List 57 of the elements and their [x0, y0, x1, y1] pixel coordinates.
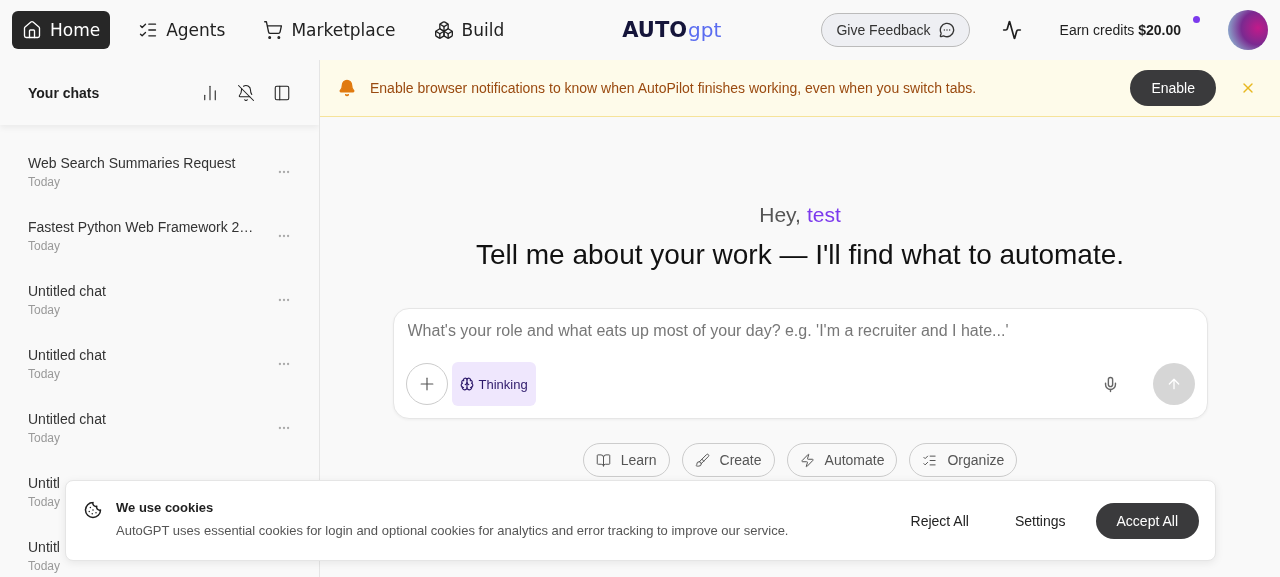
- cookie-action-button[interactable]: Settings: [998, 512, 1082, 529]
- accept-button[interactable]: Accept All: [1095, 502, 1199, 539]
- nav-tab[interactable]: Agents: [128, 11, 236, 49]
- suggestion-chip[interactable]: Organize: [909, 443, 1018, 477]
- nav-tab[interactable]: Build: [423, 11, 515, 49]
- chat-date: Today: [28, 303, 61, 317]
- suggestion-chip[interactable]: Create: [681, 443, 775, 477]
- home-icon: [22, 20, 42, 40]
- headline: Tell me about your work — I'll find what to automate.: [475, 239, 1125, 271]
- notice-text: Enable browser notifications to know when AutoPilot finishes working, even when you switch tabs.: [370, 80, 978, 96]
- chat-date: Today: [28, 239, 61, 253]
- book-icon: [595, 452, 611, 468]
- notification-dot: [1193, 16, 1200, 23]
- earn-credits-link[interactable]: Earn credits $20.00: [1059, 22, 1181, 38]
- chart-icon[interactable]: [201, 83, 219, 102]
- chat-date: Today: [28, 495, 61, 509]
- checklist-icon: [138, 20, 159, 40]
- feedback-button[interactable]: Give Feedback: [821, 13, 970, 47]
- send-button[interactable]: [1152, 363, 1195, 405]
- enable-button[interactable]: Enable: [1130, 70, 1216, 106]
- chat-title[interactable]: Web Search Summaries Request: [28, 155, 236, 171]
- nav-tab[interactable]: Marketplace: [253, 11, 406, 49]
- cubes-icon: [433, 20, 454, 40]
- chat-title[interactable]: Untitled chat: [28, 347, 106, 363]
- logo[interactable]: AUTOgpt: [622, 18, 722, 42]
- chat-title[interactable]: Fastest Python Web Framework 2…: [28, 219, 254, 235]
- chat-title[interactable]: Untitl: [28, 475, 60, 491]
- brain-icon: [459, 377, 474, 391]
- suggestion-chip[interactable]: Automate: [786, 443, 898, 477]
- greeting: Hey,: [759, 203, 801, 227]
- bell-off-icon[interactable]: [237, 83, 255, 102]
- user-name: test: [806, 203, 841, 227]
- chat-title[interactable]: Untitled chat: [28, 411, 106, 427]
- thinking-toggle[interactable]: Thinking: [451, 362, 536, 406]
- bell-icon: [338, 79, 356, 97]
- add-button[interactable]: [405, 363, 448, 405]
- nav-tab[interactable]: Home: [12, 11, 111, 49]
- lightning-icon: [799, 452, 815, 468]
- cookie-icon: [84, 501, 102, 519]
- chat-date: Today: [28, 175, 61, 189]
- suggestion-chip[interactable]: Learn: [582, 443, 670, 477]
- sidebar-title: Your chats: [28, 84, 101, 101]
- chat-date: Today: [28, 431, 61, 445]
- chat-date: Today: [28, 367, 61, 381]
- avatar[interactable]: [1228, 10, 1268, 50]
- activity-icon[interactable]: [1001, 20, 1022, 40]
- chat-bubble-icon: [938, 22, 955, 38]
- cart-icon: [263, 20, 284, 40]
- brush-icon: [694, 452, 710, 468]
- chat-title[interactable]: Untitl: [28, 539, 60, 555]
- cookie-title: We use cookies: [116, 500, 215, 515]
- cookie-text: AutoGPT uses essential cookies for login and optional cookies for analytics and error tracking to improve our service.: [116, 523, 790, 538]
- checklist-icon: [922, 452, 938, 468]
- chat-date: Today: [28, 559, 61, 573]
- cookie-action-button[interactable]: Reject All: [894, 512, 985, 529]
- chat-title[interactable]: Untitled chat: [28, 283, 106, 299]
- sidebar-toggle-icon[interactable]: [273, 83, 291, 102]
